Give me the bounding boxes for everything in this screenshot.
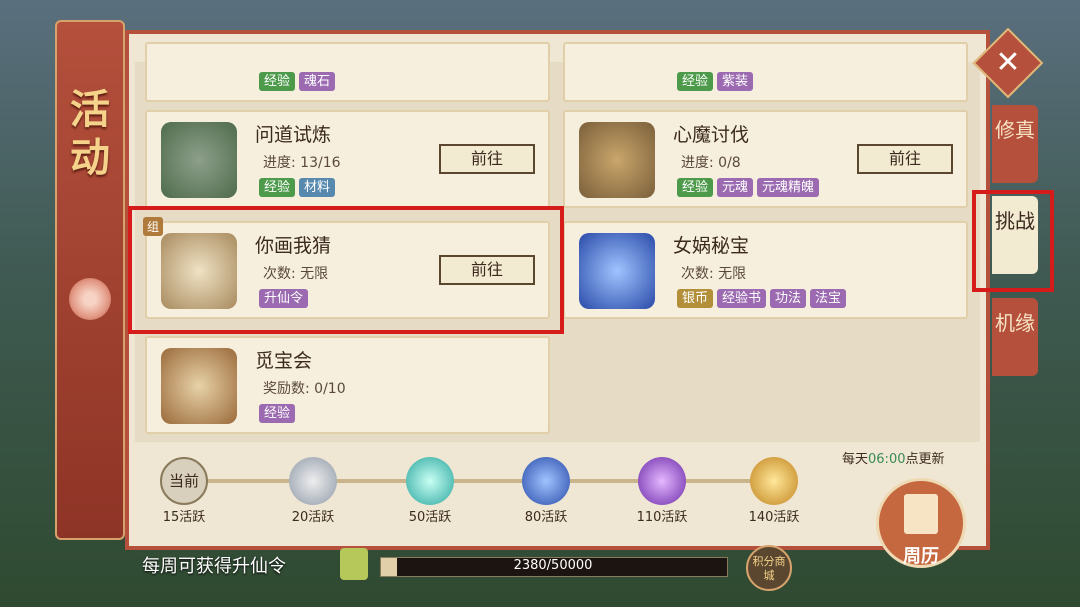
node-label: 50活跃 — [408, 510, 452, 525]
tab-label: 修真 — [995, 118, 1035, 142]
weekly-progress-text: 2380/50000 — [513, 558, 593, 573]
activity-name: 女娲秘宝 — [673, 235, 750, 257]
flower-ornament-icon — [69, 278, 111, 320]
activity-progress: 进度: 0/8 — [681, 155, 741, 171]
reward-tag: 经验 — [259, 404, 296, 423]
node-label: 110活跃 — [636, 510, 688, 525]
node-label: 20活跃 — [291, 510, 335, 525]
activity-name: 心魔讨伐 — [673, 124, 750, 146]
highlight-box — [128, 206, 564, 334]
pagoda-icon — [579, 122, 655, 198]
reward-tag: 魂石 — [299, 72, 336, 91]
activity-card: 经验 魂石 — [145, 42, 550, 102]
banner-title: 活动 — [70, 86, 110, 181]
tab-xiuzhen[interactable]: 修真 — [992, 105, 1038, 183]
node-label: 140活跃 — [748, 510, 800, 525]
calendar-icon — [904, 494, 938, 534]
reward-gold-coin-icon[interactable] — [750, 457, 798, 505]
daily-update-note: 每天06:00点更新 — [842, 448, 945, 467]
token-icon — [340, 548, 368, 580]
reward-tag: 经验 — [677, 178, 714, 197]
reward-tag: 经验 — [259, 72, 296, 91]
node-label: 80活跃 — [524, 510, 568, 525]
mirror-treasure-icon — [161, 348, 237, 424]
activity-name: 觅宝会 — [255, 350, 313, 372]
reward-tag: 紫装 — [717, 72, 754, 91]
node-label: 15活跃 — [162, 510, 206, 525]
activity-card: 经验 紫装 — [563, 42, 968, 102]
activity-card-mibaohui: 觅宝会 奖励数: 0/10 经验 — [145, 336, 550, 434]
activity-name: 问道试炼 — [255, 124, 332, 146]
reward-treasure-icon[interactable] — [522, 457, 570, 505]
stone-trial-icon — [161, 122, 237, 198]
activity-progress-track — [185, 479, 775, 483]
yinyang-treasure-icon — [579, 233, 655, 309]
activity-card-nvwa: 女娲秘宝 次数: 无限 银币 经验书 功法 法宝 — [563, 221, 968, 319]
activity-progress: 进度: 13/16 — [263, 155, 341, 171]
reward-tag: 经验书 — [717, 289, 767, 308]
reward-purple-orb-icon[interactable] — [638, 457, 686, 505]
activity-count: 次数: 无限 — [681, 266, 747, 282]
update-prefix: 每天 — [842, 452, 869, 467]
reward-tag: 元魂 — [717, 178, 754, 197]
highlight-tab-box — [972, 190, 1054, 292]
weekly-reward-label: 每周可获得升仙令 — [142, 556, 286, 577]
close-icon: ✕ — [995, 45, 1021, 80]
reward-tag: 经验 — [259, 178, 296, 197]
activity-card-xinmo: 心魔讨伐 进度: 0/8 经验 元魂 元魂精魄 前往 — [563, 110, 968, 208]
activity-reward-count: 奖励数: 0/10 — [263, 381, 346, 397]
points-shop-button[interactable]: 积分商城 — [746, 545, 792, 591]
reward-tag: 元魂精魄 — [757, 178, 820, 197]
tab-jiyuan[interactable]: 机缘 — [992, 298, 1038, 376]
reward-orb-icon[interactable] — [406, 457, 454, 505]
activity-card-wendao: 问道试炼 进度: 13/16 经验 材料 前往 — [145, 110, 550, 208]
reward-tag: 银币 — [677, 289, 714, 308]
activity-banner: 活动 — [55, 20, 125, 540]
reward-tag: 经验 — [677, 72, 714, 91]
update-time: 06:00 — [868, 452, 906, 467]
tab-label: 机缘 — [995, 311, 1035, 335]
calendar-label: 周历 — [903, 546, 939, 567]
current-node: 当前 — [160, 457, 208, 505]
reward-tag: 材料 — [299, 178, 336, 197]
update-suffix: 点更新 — [905, 452, 945, 467]
go-button[interactable]: 前往 — [439, 144, 535, 174]
reward-tag: 功法 — [770, 289, 807, 308]
reward-coin-icon[interactable] — [289, 457, 337, 505]
go-button[interactable]: 前往 — [857, 144, 953, 174]
reward-tag: 法宝 — [810, 289, 847, 308]
